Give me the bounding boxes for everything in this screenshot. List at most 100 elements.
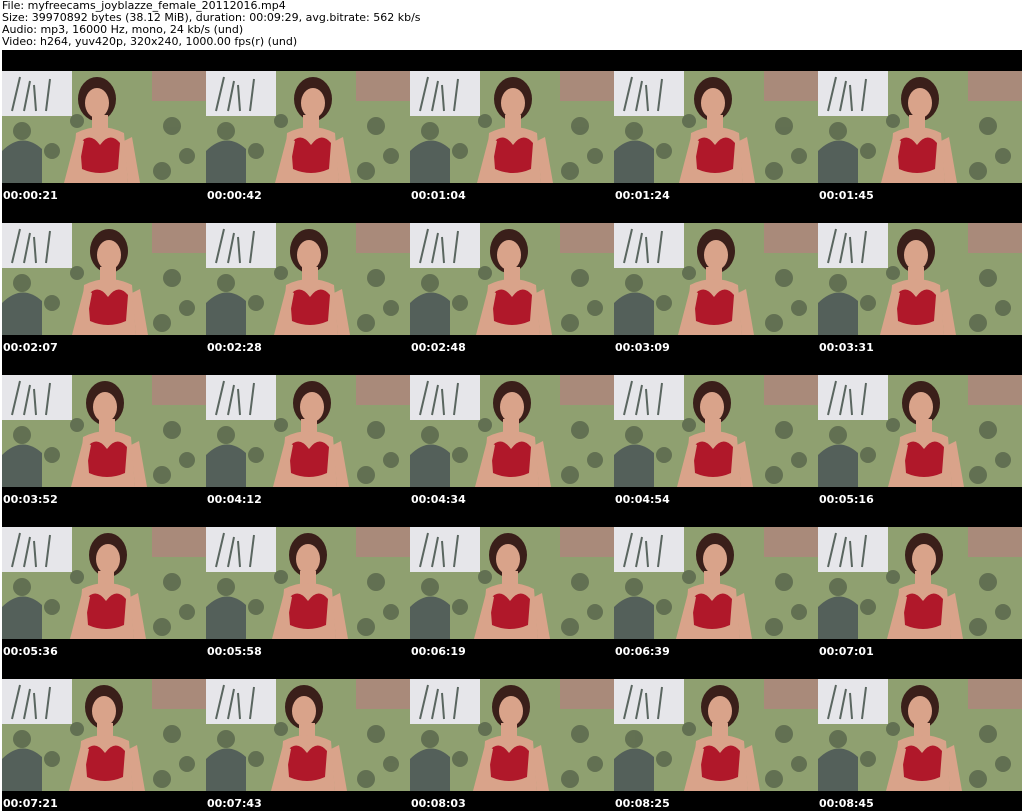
video-frame-image (206, 223, 410, 335)
thumbnail-timestamp: 00:01:24 (615, 189, 670, 202)
video-frame-image (2, 679, 206, 791)
thumbnail-cell: 00:01:24 (614, 50, 818, 202)
video-frame-image (614, 375, 818, 487)
thumbnail-frame (206, 223, 410, 335)
thumbnail-cell: 00:07:21 (2, 658, 206, 810)
thumbnail-cell: 00:08:03 (410, 658, 614, 810)
thumbnail-timestamp: 00:04:54 (615, 493, 670, 506)
thumbnail-cell: 00:00:42 (206, 50, 410, 202)
thumbnail-cell: 00:07:01 (818, 506, 1022, 658)
thumbnail-frame (410, 223, 614, 335)
thumbnail-frame (2, 223, 206, 335)
thumbnail-frame (818, 71, 1022, 183)
thumbnail-timestamp: 00:02:07 (3, 341, 58, 354)
thumbnail-timestamp: 00:07:21 (3, 797, 58, 810)
video-frame-image (206, 679, 410, 791)
video-frame-image (818, 679, 1022, 791)
video-frame-image (614, 223, 818, 335)
thumbnail-cell: 00:06:19 (410, 506, 614, 658)
thumbnail-timestamp: 00:07:43 (207, 797, 262, 810)
video-frame-image (614, 71, 818, 183)
thumbnail-timestamp: 00:00:21 (3, 189, 58, 202)
thumbnail-frame (614, 71, 818, 183)
thumbnail-cell: 00:08:25 (614, 658, 818, 810)
video-frame-image (206, 375, 410, 487)
thumbnail-frame (410, 375, 614, 487)
thumbnail-frame (818, 375, 1022, 487)
thumbnail-cell: 00:02:07 (2, 202, 206, 354)
thumbnail-timestamp: 00:01:45 (819, 189, 874, 202)
thumbnail-frame (818, 679, 1022, 791)
thumbnail-timestamp: 00:07:01 (819, 645, 874, 658)
video-frame-image (206, 71, 410, 183)
thumbnail-frame (614, 527, 818, 639)
thumbnail-timestamp: 00:04:12 (207, 493, 262, 506)
video-frame-image (206, 527, 410, 639)
thumbnail-cell: 00:03:52 (2, 354, 206, 506)
thumbnail-cell: 00:04:12 (206, 354, 410, 506)
thumbnail-cell: 00:03:31 (818, 202, 1022, 354)
video-info-line: Video: h264, yuv420p, 320x240, 1000.00 f… (2, 35, 298, 48)
file-info-header: File: myfreecams_joyblazze_female_201120… (2, 0, 1022, 50)
thumbnail-frame (614, 223, 818, 335)
video-frame-image (2, 223, 206, 335)
thumbnail-frame (410, 679, 614, 791)
video-frame-image (818, 375, 1022, 487)
video-frame-image (818, 223, 1022, 335)
video-frame-image (410, 375, 614, 487)
video-frame-image (614, 679, 818, 791)
thumbnail-frame (206, 527, 410, 639)
thumbnail-cell: 00:05:36 (2, 506, 206, 658)
thumbnail-frame (2, 527, 206, 639)
thumbnail-frame (818, 527, 1022, 639)
thumbnail-frame (206, 679, 410, 791)
thumbnail-cell: 00:04:34 (410, 354, 614, 506)
thumbnail-cell: 00:08:45 (818, 658, 1022, 810)
thumbnail-frame (410, 527, 614, 639)
thumbnail-timestamp: 00:08:03 (411, 797, 466, 810)
thumbnail-timestamp: 00:01:04 (411, 189, 466, 202)
thumbnail-timestamp: 00:05:36 (3, 645, 58, 658)
thumbnail-cell: 00:00:21 (2, 50, 206, 202)
thumbnail-cell: 00:06:39 (614, 506, 818, 658)
thumbnail-frame (614, 375, 818, 487)
thumbnail-cell: 00:07:43 (206, 658, 410, 810)
thumbnail-timestamp: 00:00:42 (207, 189, 262, 202)
thumbnail-frame (206, 375, 410, 487)
thumbnail-timestamp: 00:08:25 (615, 797, 670, 810)
video-frame-image (818, 527, 1022, 639)
video-frame-image (410, 71, 614, 183)
thumbnail-cell: 00:05:16 (818, 354, 1022, 506)
thumbnail-frame (410, 71, 614, 183)
video-frame-image (410, 223, 614, 335)
video-frame-image (410, 527, 614, 639)
thumbnail-timestamp: 00:03:31 (819, 341, 874, 354)
thumbnail-frame (2, 375, 206, 487)
thumbnail-timestamp: 00:06:39 (615, 645, 670, 658)
thumbnail-timestamp: 00:02:28 (207, 341, 262, 354)
thumbnail-cell: 00:02:28 (206, 202, 410, 354)
thumbnail-cell: 00:03:09 (614, 202, 818, 354)
video-frame-image (410, 679, 614, 791)
thumbnail-cell: 00:04:54 (614, 354, 818, 506)
thumbnail-timestamp: 00:06:19 (411, 645, 466, 658)
thumbnail-frame (818, 223, 1022, 335)
video-frame-image (614, 527, 818, 639)
video-frame-image (2, 71, 206, 183)
video-frame-image (818, 71, 1022, 183)
thumbnail-frame (2, 679, 206, 791)
thumbnail-timestamp: 00:03:52 (3, 493, 58, 506)
thumbnail-cell: 00:05:58 (206, 506, 410, 658)
thumbnail-cell: 00:01:04 (410, 50, 614, 202)
thumbnail-frame (614, 679, 818, 791)
video-frame-image (2, 527, 206, 639)
thumbnail-timestamp: 00:02:48 (411, 341, 466, 354)
thumbnail-cell: 00:01:45 (818, 50, 1022, 202)
thumbnail-frame (206, 71, 410, 183)
thumbnail-frame (2, 71, 206, 183)
thumbnail-timestamp: 00:05:16 (819, 493, 874, 506)
thumbnail-timestamp: 00:08:45 (819, 797, 874, 810)
thumbnail-timestamp: 00:04:34 (411, 493, 466, 506)
video-frame-image (2, 375, 206, 487)
thumbnail-timestamp: 00:05:58 (207, 645, 262, 658)
